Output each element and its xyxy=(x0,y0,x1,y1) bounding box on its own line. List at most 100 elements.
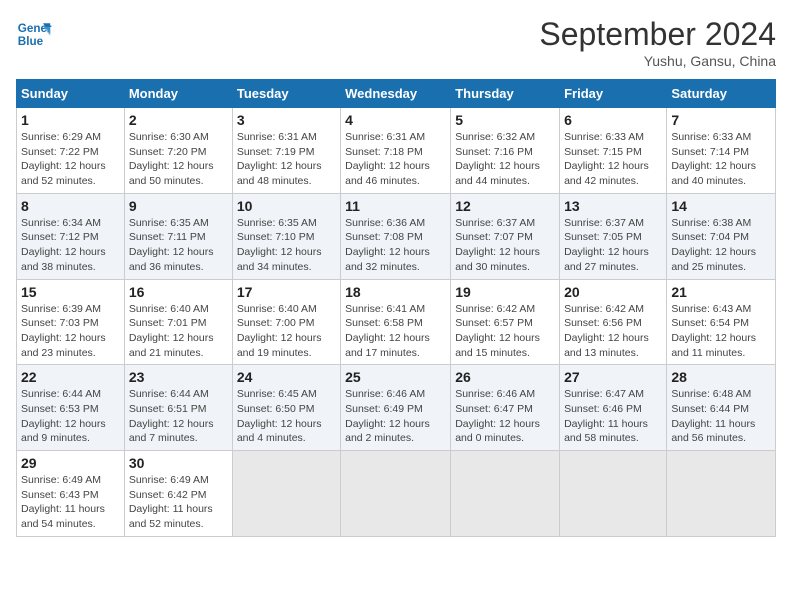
day-info: Sunrise: 6:37 AM Sunset: 7:07 PM Dayligh… xyxy=(455,216,555,275)
day-info: Sunrise: 6:35 AM Sunset: 7:11 PM Dayligh… xyxy=(129,216,228,275)
calendar-week-row: 29 Sunrise: 6:49 AM Sunset: 6:43 PM Dayli… xyxy=(17,451,776,537)
day-number: 14 xyxy=(671,198,771,214)
day-number: 9 xyxy=(129,198,228,214)
day-number: 20 xyxy=(564,284,662,300)
day-info: Sunrise: 6:40 AM Sunset: 7:00 PM Dayligh… xyxy=(237,302,336,361)
day-info: Sunrise: 6:41 AM Sunset: 6:58 PM Dayligh… xyxy=(345,302,446,361)
day-number: 6 xyxy=(564,112,662,128)
calendar-day-cell: 8Sunrise: 6:34 AM Sunset: 7:12 PM Daylig… xyxy=(17,193,125,279)
calendar-day-cell xyxy=(560,451,667,537)
calendar-day-cell: 2Sunrise: 6:30 AM Sunset: 7:20 PM Daylig… xyxy=(124,108,232,194)
day-number: 3 xyxy=(237,112,336,128)
calendar-day-cell: 11 Sunrise: 6:36 AM Sunset: 7:08 PM Dayli… xyxy=(341,193,451,279)
calendar-day-cell xyxy=(667,451,776,537)
page-header: General Blue September 2024 Yushu, Gansu… xyxy=(16,16,776,69)
calendar-day-cell: 3 Sunrise: 6:31 AM Sunset: 7:19 PM Daylig… xyxy=(232,108,340,194)
day-of-week-header: Wednesday xyxy=(341,80,451,108)
day-info: Sunrise: 6:33 AM Sunset: 7:15 PM Dayligh… xyxy=(564,130,662,189)
calendar-day-cell: 21 Sunrise: 6:43 AM Sunset: 6:54 PM Dayli… xyxy=(667,279,776,365)
calendar-day-cell: 12 Sunrise: 6:37 AM Sunset: 7:07 PM Dayli… xyxy=(451,193,560,279)
calendar-day-cell: 24Sunrise: 6:45 AM Sunset: 6:50 PM Dayli… xyxy=(232,365,340,451)
day-info: Sunrise: 6:49 AM Sunset: 6:42 PM Dayligh… xyxy=(129,473,228,532)
day-number: 18 xyxy=(345,284,446,300)
logo: General Blue xyxy=(16,16,52,52)
calendar-day-cell: 16 Sunrise: 6:40 AM Sunset: 7:01 PM Dayli… xyxy=(124,279,232,365)
calendar-day-cell: 25 Sunrise: 6:46 AM Sunset: 6:49 PM Dayli… xyxy=(341,365,451,451)
calendar-day-cell: 28 Sunrise: 6:48 AM Sunset: 6:44 PM Dayli… xyxy=(667,365,776,451)
calendar-day-cell: 20 Sunrise: 6:42 AM Sunset: 6:56 PM Dayli… xyxy=(560,279,667,365)
calendar-day-cell: 30 Sunrise: 6:49 AM Sunset: 6:42 PM Dayli… xyxy=(124,451,232,537)
day-number: 22 xyxy=(21,369,120,385)
calendar-day-cell: 15Sunrise: 6:39 AM Sunset: 7:03 PM Dayli… xyxy=(17,279,125,365)
calendar-day-cell: 10 Sunrise: 6:35 AM Sunset: 7:10 PM Dayli… xyxy=(232,193,340,279)
calendar-day-cell: 7 Sunrise: 6:33 AM Sunset: 7:14 PM Daylig… xyxy=(667,108,776,194)
day-number: 7 xyxy=(671,112,771,128)
calendar-day-cell: 1 Sunrise: 6:29 AM Sunset: 7:22 PM Daylig… xyxy=(17,108,125,194)
calendar-day-cell: 4 Sunrise: 6:31 AM Sunset: 7:18 PM Daylig… xyxy=(341,108,451,194)
calendar-day-cell: 22 Sunrise: 6:44 AM Sunset: 6:53 PM Dayli… xyxy=(17,365,125,451)
calendar-table: SundayMondayTuesdayWednesdayThursdayFrid… xyxy=(16,79,776,537)
day-number: 25 xyxy=(345,369,446,385)
day-info: Sunrise: 6:46 AM Sunset: 6:47 PM Dayligh… xyxy=(455,387,555,446)
day-info: Sunrise: 6:49 AM Sunset: 6:43 PM Dayligh… xyxy=(21,473,120,532)
day-number: 21 xyxy=(671,284,771,300)
logo-icon: General Blue xyxy=(16,16,52,52)
day-of-week-header: Sunday xyxy=(17,80,125,108)
day-of-week-header: Monday xyxy=(124,80,232,108)
day-number: 11 xyxy=(345,198,446,214)
calendar-day-cell: 13Sunrise: 6:37 AM Sunset: 7:05 PM Dayli… xyxy=(560,193,667,279)
day-number: 26 xyxy=(455,369,555,385)
calendar-day-cell xyxy=(232,451,340,537)
day-number: 30 xyxy=(129,455,228,471)
calendar-day-cell: 18 Sunrise: 6:41 AM Sunset: 6:58 PM Dayli… xyxy=(341,279,451,365)
day-info: Sunrise: 6:30 AM Sunset: 7:20 PM Dayligh… xyxy=(129,130,228,189)
location: Yushu, Gansu, China xyxy=(539,53,776,69)
day-info: Sunrise: 6:43 AM Sunset: 6:54 PM Dayligh… xyxy=(671,302,771,361)
calendar-week-row: 8Sunrise: 6:34 AM Sunset: 7:12 PM Daylig… xyxy=(17,193,776,279)
day-number: 1 xyxy=(21,112,120,128)
calendar-day-cell xyxy=(451,451,560,537)
day-of-week-header: Saturday xyxy=(667,80,776,108)
day-number: 23 xyxy=(129,369,228,385)
day-info: Sunrise: 6:36 AM Sunset: 7:08 PM Dayligh… xyxy=(345,216,446,275)
title-block: September 2024 Yushu, Gansu, China xyxy=(539,16,776,69)
day-info: Sunrise: 6:35 AM Sunset: 7:10 PM Dayligh… xyxy=(237,216,336,275)
day-number: 4 xyxy=(345,112,446,128)
calendar-day-cell: 17 Sunrise: 6:40 AM Sunset: 7:00 PM Dayli… xyxy=(232,279,340,365)
day-info: Sunrise: 6:40 AM Sunset: 7:01 PM Dayligh… xyxy=(129,302,228,361)
calendar-day-cell: 14 Sunrise: 6:38 AM Sunset: 7:04 PM Dayli… xyxy=(667,193,776,279)
calendar-day-cell: 27Sunrise: 6:47 AM Sunset: 6:46 PM Dayli… xyxy=(560,365,667,451)
day-info: Sunrise: 6:39 AM Sunset: 7:03 PM Dayligh… xyxy=(21,302,120,361)
day-number: 19 xyxy=(455,284,555,300)
day-number: 24 xyxy=(237,369,336,385)
day-info: Sunrise: 6:46 AM Sunset: 6:49 PM Dayligh… xyxy=(345,387,446,446)
day-number: 13 xyxy=(564,198,662,214)
calendar-week-row: 22 Sunrise: 6:44 AM Sunset: 6:53 PM Dayli… xyxy=(17,365,776,451)
day-info: Sunrise: 6:42 AM Sunset: 6:57 PM Dayligh… xyxy=(455,302,555,361)
calendar-day-cell: 5Sunrise: 6:32 AM Sunset: 7:16 PM Daylig… xyxy=(451,108,560,194)
calendar-day-cell: 23 Sunrise: 6:44 AM Sunset: 6:51 PM Dayli… xyxy=(124,365,232,451)
calendar-day-cell xyxy=(341,451,451,537)
day-info: Sunrise: 6:29 AM Sunset: 7:22 PM Dayligh… xyxy=(21,130,120,189)
calendar-week-row: 15Sunrise: 6:39 AM Sunset: 7:03 PM Dayli… xyxy=(17,279,776,365)
day-number: 29 xyxy=(21,455,120,471)
day-info: Sunrise: 6:47 AM Sunset: 6:46 PM Dayligh… xyxy=(564,387,662,446)
day-info: Sunrise: 6:31 AM Sunset: 7:19 PM Dayligh… xyxy=(237,130,336,189)
day-number: 16 xyxy=(129,284,228,300)
day-info: Sunrise: 6:48 AM Sunset: 6:44 PM Dayligh… xyxy=(671,387,771,446)
day-info: Sunrise: 6:33 AM Sunset: 7:14 PM Dayligh… xyxy=(671,130,771,189)
day-info: Sunrise: 6:31 AM Sunset: 7:18 PM Dayligh… xyxy=(345,130,446,189)
day-number: 17 xyxy=(237,284,336,300)
day-of-week-header: Thursday xyxy=(451,80,560,108)
day-info: Sunrise: 6:42 AM Sunset: 6:56 PM Dayligh… xyxy=(564,302,662,361)
day-info: Sunrise: 6:38 AM Sunset: 7:04 PM Dayligh… xyxy=(671,216,771,275)
calendar-week-row: 1 Sunrise: 6:29 AM Sunset: 7:22 PM Daylig… xyxy=(17,108,776,194)
day-info: Sunrise: 6:44 AM Sunset: 6:53 PM Dayligh… xyxy=(21,387,120,446)
day-info: Sunrise: 6:44 AM Sunset: 6:51 PM Dayligh… xyxy=(129,387,228,446)
day-number: 28 xyxy=(671,369,771,385)
day-info: Sunrise: 6:32 AM Sunset: 7:16 PM Dayligh… xyxy=(455,130,555,189)
day-number: 12 xyxy=(455,198,555,214)
day-of-week-header: Friday xyxy=(560,80,667,108)
calendar-day-cell: 19 Sunrise: 6:42 AM Sunset: 6:57 PM Dayli… xyxy=(451,279,560,365)
day-number: 10 xyxy=(237,198,336,214)
